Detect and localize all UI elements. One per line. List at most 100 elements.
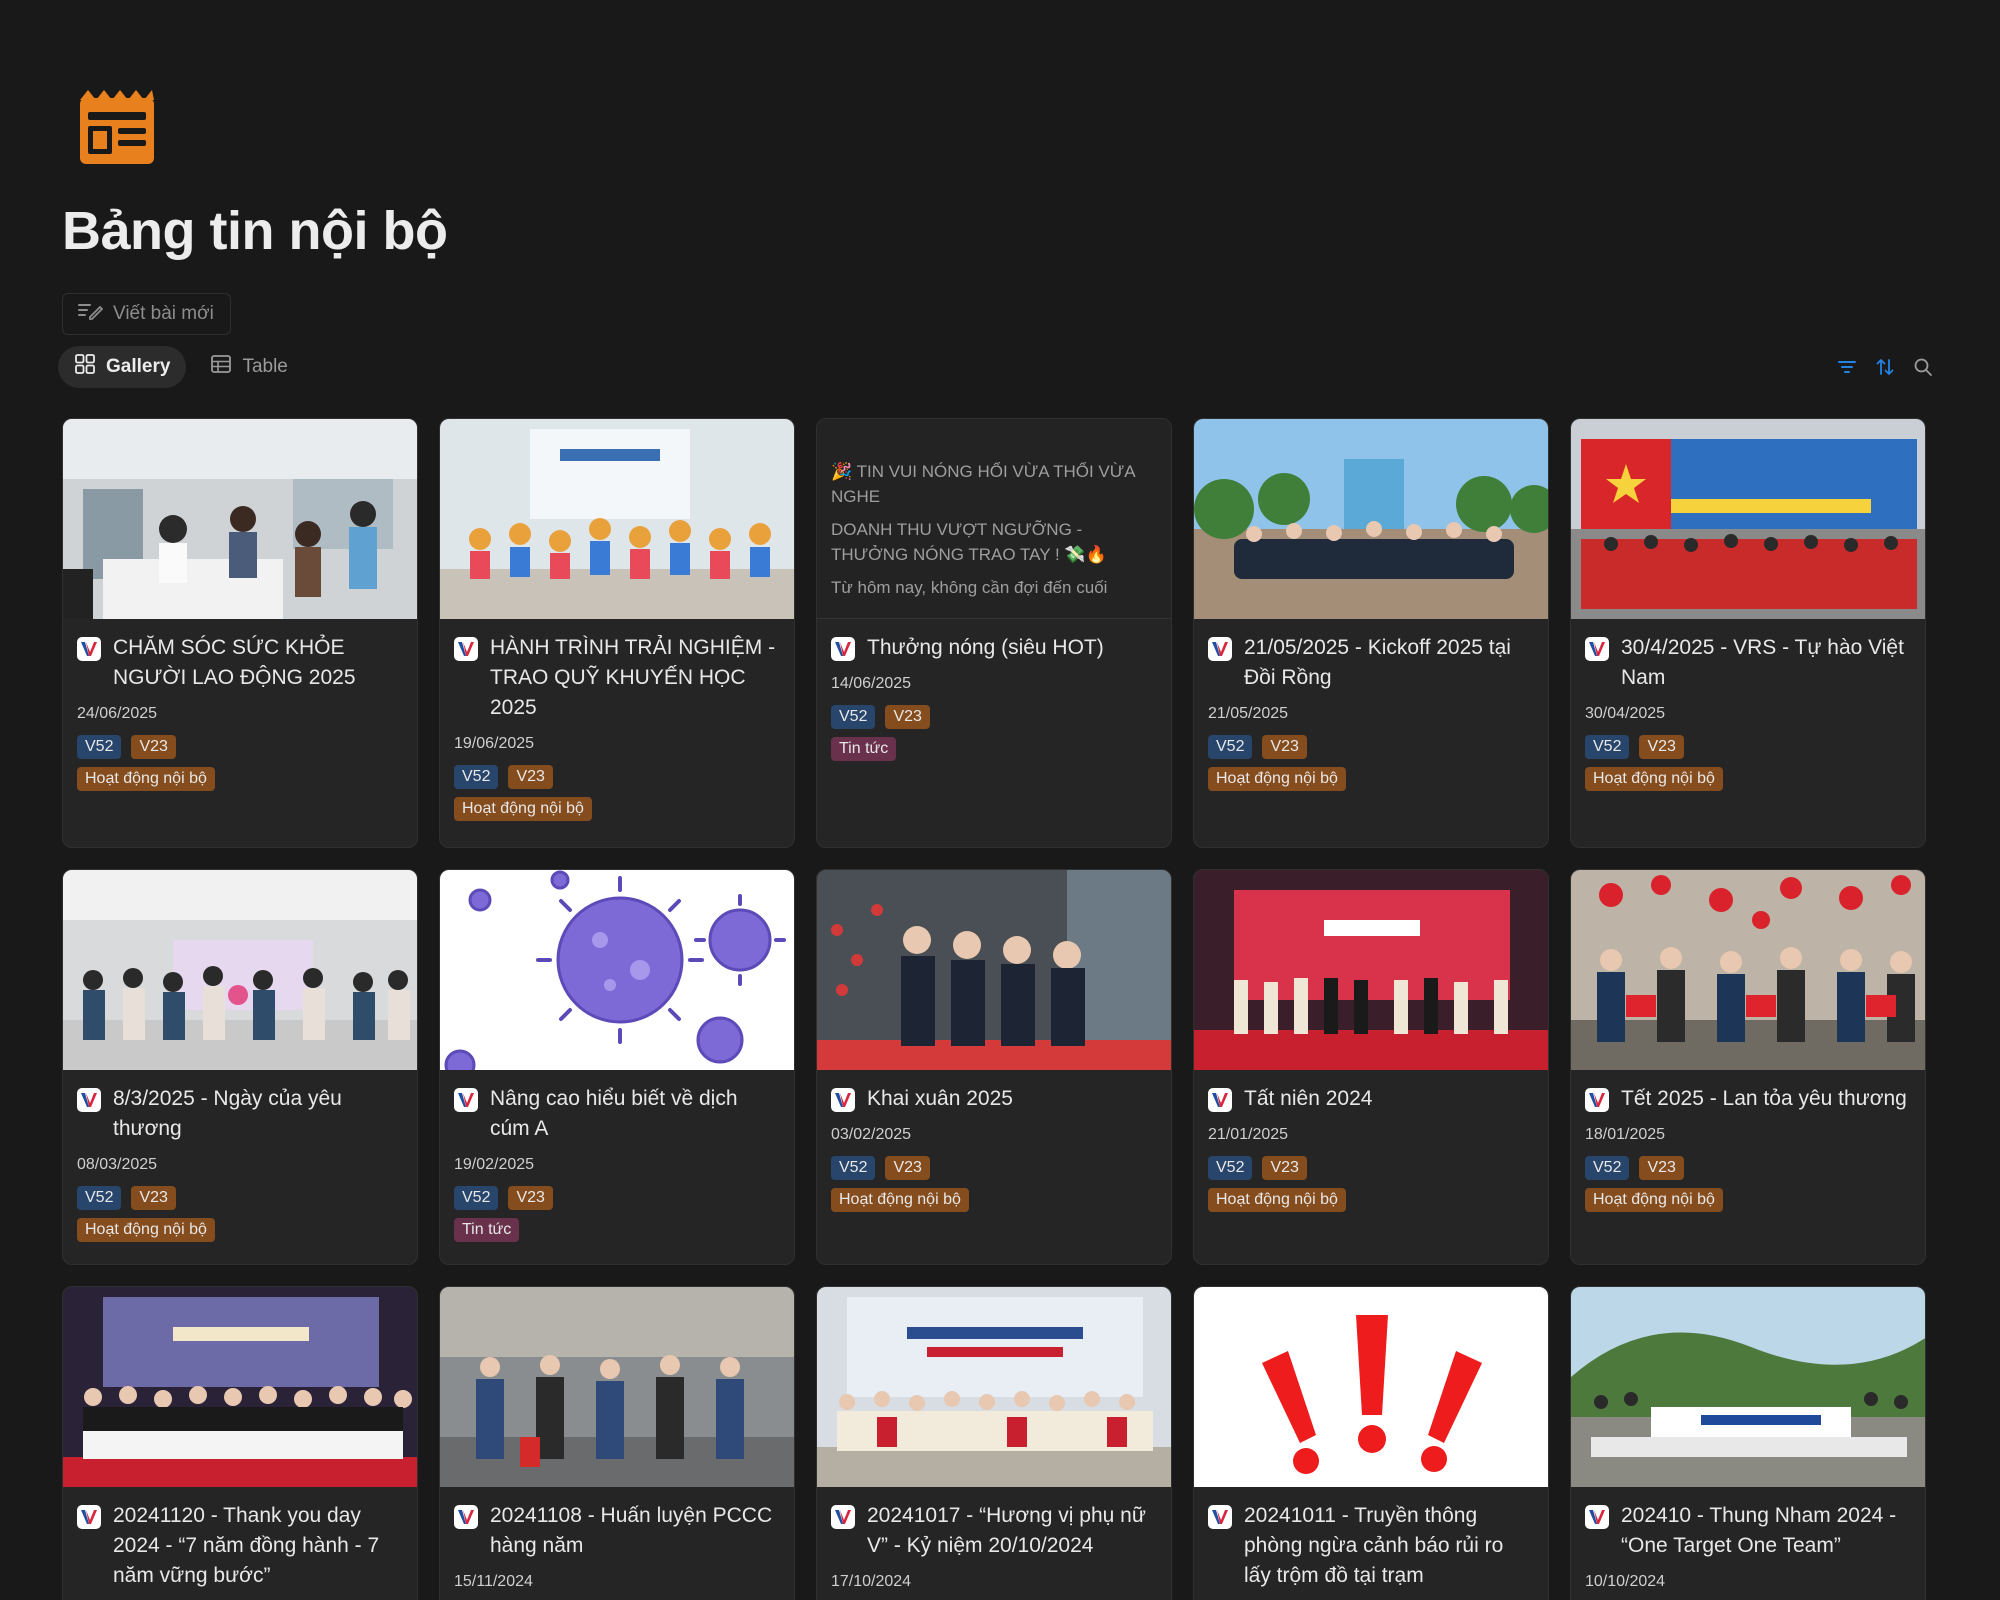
tag-category: Hoạt động nội bộ <box>1208 767 1346 791</box>
tab-gallery-label: Gallery <box>106 356 171 377</box>
table-icon <box>210 353 232 381</box>
gallery-card[interactable]: Tết 2025 - Lan tỏa yêu thương 18/01/2025… <box>1570 869 1926 1265</box>
card-date: 19/06/2025 <box>454 735 535 752</box>
view-toolbar <box>1836 356 1934 378</box>
gallery-card[interactable]: 20241017 - “Hương vị phụ nữ V” - Kỷ niệm… <box>816 1286 1172 1600</box>
view-switcher: Gallery Table <box>58 346 304 388</box>
card-date: 19/02/2025 <box>454 1156 535 1173</box>
v-logo-icon <box>831 1088 855 1112</box>
tag-category: Hoạt động nội bộ <box>77 767 215 791</box>
tag-category: Hoạt động nội bộ <box>1585 767 1723 791</box>
tag-category: Tin tức <box>454 1218 520 1242</box>
v-logo-icon <box>454 1088 478 1112</box>
card-date: 10/10/2024 <box>1585 1573 1666 1590</box>
v-logo-icon <box>454 637 478 661</box>
newspaper-icon <box>78 88 156 166</box>
cover-text-line: DOANH THU VƯỢT NGƯỠNG - THƯỞNG NÓNG TRAO… <box>831 520 1107 564</box>
gallery-card[interactable]: 21/05/2025 - Kickoff 2025 tại Đồi Rồng 2… <box>1193 418 1549 848</box>
gallery-card[interactable]: 🎉 TIN VUI NÓNG HỔI VỪA THỔI VỪA NGHE DOA… <box>816 418 1172 848</box>
tag-v52: V52 <box>1208 1156 1253 1180</box>
tag-v52: V52 <box>454 765 499 789</box>
gallery-card[interactable]: 20241011 - Truyền thông phòng ngừa cảnh … <box>1193 1286 1549 1600</box>
card-date: 21/05/2025 <box>1208 705 1289 722</box>
card-title: Khai xuân 2025 <box>867 1087 1013 1110</box>
tag-category: Hoạt động nội bộ <box>77 1218 215 1242</box>
v-logo-icon <box>831 1505 855 1529</box>
gallery-card[interactable]: 30/4/2025 - VRS - Tự hào Việt Nam 30/04/… <box>1570 418 1926 848</box>
v-logo-icon <box>1585 1505 1609 1529</box>
card-cover-image <box>817 1287 1171 1487</box>
card-title: Tất niên 2024 <box>1244 1087 1373 1110</box>
card-cover-image <box>1571 419 1925 619</box>
card-title: 20241011 - Truyền thông phòng ngừa cảnh … <box>1244 1504 1504 1587</box>
tag-v23: V23 <box>131 735 176 759</box>
tag-v23: V23 <box>1262 1156 1307 1180</box>
tag-category: Hoạt động nội bộ <box>1208 1188 1346 1212</box>
tag-v52: V52 <box>1208 735 1253 759</box>
filter-icon[interactable] <box>1836 356 1858 378</box>
cover-text-line: 🎉 TIN VUI NÓNG HỔI VỪA THỔI VỪA NGHE <box>831 462 1135 506</box>
card-title: Tết 2025 - Lan tỏa yêu thương <box>1621 1087 1907 1110</box>
v-logo-icon <box>831 637 855 661</box>
tag-v23: V23 <box>885 705 930 729</box>
gallery-card[interactable]: Tất niên 2024 21/01/2025 V52 V23 Hoạt độn… <box>1193 869 1549 1265</box>
card-cover-image <box>817 870 1171 1070</box>
card-cover-image <box>63 870 417 1070</box>
gallery-card[interactable]: Khai xuân 2025 03/02/2025 V52 V23 Hoạt độ… <box>816 869 1172 1265</box>
tag-v23: V23 <box>508 1186 553 1210</box>
v-logo-icon <box>1208 1088 1232 1112</box>
tab-table[interactable]: Table <box>194 346 303 388</box>
tag-v52: V52 <box>831 705 876 729</box>
tag-category: Hoạt động nội bộ <box>831 1188 969 1212</box>
tag-v23: V23 <box>1262 735 1307 759</box>
tag-v52: V52 <box>1585 735 1630 759</box>
tag-v52: V52 <box>77 735 122 759</box>
card-cover-image <box>1571 870 1925 1070</box>
card-cover-image <box>440 1287 794 1487</box>
tag-category: Hoạt động nội bộ <box>1585 1188 1723 1212</box>
card-title: CHĂM SÓC SỨC KHỎE NGƯỜI LAO ĐỘNG 2025 <box>113 636 356 689</box>
card-title: 8/3/2025 - Ngày của yêu thương <box>113 1087 342 1140</box>
card-title: 20241120 - Thank you day 2024 - “7 năm đ… <box>113 1504 380 1587</box>
page-title: Bảng tin nội bộ <box>62 201 448 261</box>
v-logo-icon <box>1585 1088 1609 1112</box>
tab-gallery[interactable]: Gallery <box>58 346 187 388</box>
gallery-grid: CHĂM SÓC SỨC KHỎE NGƯỜI LAO ĐỘNG 2025 24… <box>62 418 1928 1600</box>
v-logo-icon <box>77 1505 101 1529</box>
gallery-card[interactable]: 20241108 - Huấn luyện PCCC hàng năm 15/1… <box>439 1286 795 1600</box>
card-date: 17/10/2024 <box>831 1573 912 1590</box>
tag-v52: V52 <box>1585 1156 1630 1180</box>
card-date: 18/01/2025 <box>1585 1126 1666 1143</box>
tag-v23: V23 <box>885 1156 930 1180</box>
card-cover-image <box>1194 1287 1548 1487</box>
gallery-card[interactable]: Nâng cao hiểu biết về dịch cúm A 19/02/2… <box>439 869 795 1265</box>
tag-v23: V23 <box>131 1186 176 1210</box>
tag-v23: V23 <box>1639 1156 1684 1180</box>
tag-v52: V52 <box>831 1156 876 1180</box>
gallery-card[interactable]: HÀNH TRÌNH TRẢI NGHIỆM - TRAO QUỸ KHUYẾN… <box>439 418 795 848</box>
search-icon[interactable] <box>1912 356 1934 378</box>
gallery-card[interactable]: CHĂM SÓC SỨC KHỎE NGƯỜI LAO ĐỘNG 2025 24… <box>62 418 418 848</box>
v-logo-icon <box>1208 1505 1232 1529</box>
card-cover-image <box>1571 1287 1925 1487</box>
sort-icon[interactable] <box>1874 356 1896 378</box>
tag-v52: V52 <box>77 1186 122 1210</box>
v-logo-icon <box>454 1505 478 1529</box>
card-title: HÀNH TRÌNH TRẢI NGHIỆM - TRAO QUỸ KHUYẾN… <box>490 636 776 719</box>
card-cover-text: 🎉 TIN VUI NÓNG HỔI VỪA THỔI VỪA NGHE DOA… <box>817 419 1171 619</box>
new-post-label: Viết bài mới <box>113 303 214 324</box>
gallery-card[interactable]: 202410 - Thung Nham 2024 - “One Target O… <box>1570 1286 1926 1600</box>
card-date: 03/02/2025 <box>831 1126 912 1143</box>
gallery-card[interactable]: 20241120 - Thank you day 2024 - “7 năm đ… <box>62 1286 418 1600</box>
card-title: 20241108 - Huấn luyện PCCC hàng năm <box>490 1504 773 1557</box>
gallery-card[interactable]: 8/3/2025 - Ngày của yêu thương 08/03/202… <box>62 869 418 1265</box>
card-cover-image <box>440 419 794 619</box>
tag-v23: V23 <box>1639 735 1684 759</box>
card-date: 08/03/2025 <box>77 1156 158 1173</box>
card-cover-image <box>1194 419 1548 619</box>
card-date: 21/01/2025 <box>1208 1126 1289 1143</box>
tag-category: Hoạt động nội bộ <box>454 797 592 821</box>
card-title: 20241017 - “Hương vị phụ nữ V” - Kỷ niệm… <box>867 1504 1146 1557</box>
new-post-button[interactable]: Viết bài mới <box>62 293 231 335</box>
tag-v23: V23 <box>508 765 553 789</box>
